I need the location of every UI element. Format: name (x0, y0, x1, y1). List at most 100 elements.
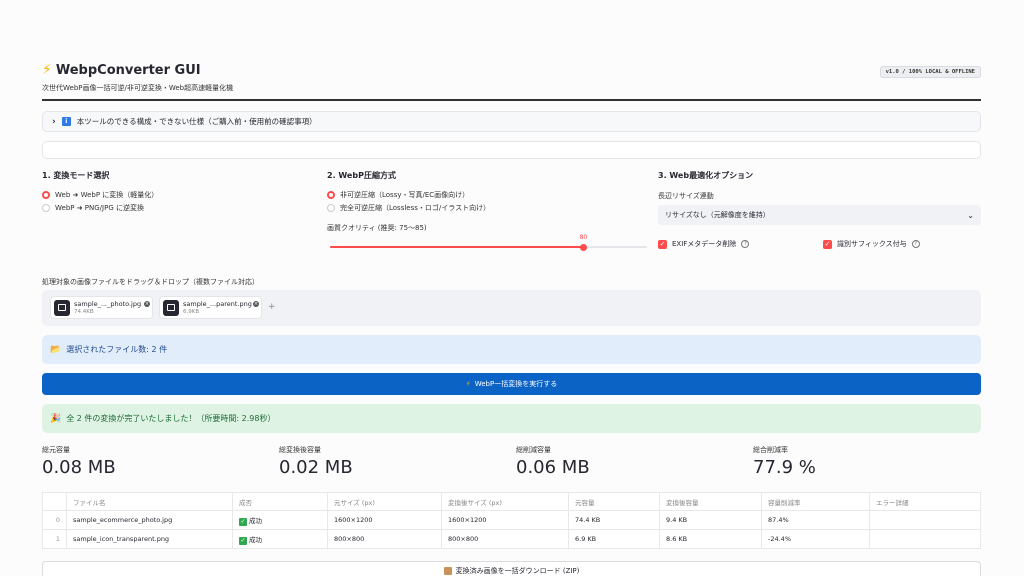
run-convert-label: WebP一括変換を実行する (474, 380, 558, 388)
success-message-text: 全 2 件の変換が完了いたしました！（所要時間: 2.98秒） (66, 414, 276, 423)
column-header[interactable]: 容量削減率 (761, 492, 870, 511)
cell-reduction[interactable]: -24.4% (761, 529, 870, 549)
success-message: 🎉 全 2 件の変換が完了いたしました！（所要時間: 2.98秒） (42, 404, 981, 433)
chevron-down-icon: ⌄ (967, 210, 974, 220)
compression-option-lossy[interactable]: 非可逆圧縮（Lossy・写真/EC画像向け） (327, 190, 469, 200)
resize-select[interactable]: リサイズなし（元解像度を維持） ⌄ (658, 205, 981, 225)
chevron-right-icon: › (52, 116, 56, 127)
mode-option-reverse[interactable]: WebP ➜ PNG/JPG に逆変換 (42, 203, 144, 213)
info-icon: i (61, 117, 71, 126)
version-badge: v1.0 / 100% LOCAL & OFFLINE (879, 66, 981, 78)
compression-heading: 2. WebP圧縮方式 (327, 171, 396, 180)
package-icon (443, 567, 452, 575)
quality-label: 画質クオリティ (推奨: 75〜85) (327, 224, 427, 232)
radio-unselected[interactable] (42, 204, 50, 212)
row-index: 0 (42, 510, 67, 530)
cell-orig-size[interactable]: 1600×1200 (327, 510, 442, 530)
cell-status[interactable]: ✓ 成功 (232, 529, 328, 549)
cell-new-size[interactable]: 1600×1200 (441, 510, 569, 530)
checkbox-checked-icon[interactable]: ✓ (823, 239, 832, 249)
metric-value: 0.06 MB (516, 457, 590, 478)
app-title-text: WebpConverter GUI (55, 62, 201, 78)
cell-filename[interactable]: sample_icon_transparent.png (66, 529, 233, 549)
radio-unselected[interactable] (327, 204, 335, 212)
metric-label: 総削減容量 (516, 446, 551, 454)
suffix-checkbox-label: 識別サフィックス付与 (837, 240, 907, 248)
status-text: 成功 (249, 516, 262, 525)
quality-value: 80 (579, 234, 588, 241)
metric-label: 総元容量 (42, 446, 70, 454)
cell-new-size[interactable]: 800×800 (441, 529, 569, 549)
remove-file-icon[interactable]: × (253, 301, 259, 307)
party-icon: 🎉 (50, 413, 62, 424)
column-header[interactable]: 変換後容量 (659, 492, 762, 511)
uploaded-file-name: sample_..._photo.jpg (74, 300, 142, 308)
compression-option-lossless[interactable]: 完全可逆圧縮（Lossless・ロゴ/イラスト向け） (327, 203, 490, 213)
upload-label: 処理対象の画像ファイルをドラッグ＆ドロップ（複数ファイル対応） (42, 278, 259, 286)
app-title: ⚡ WebpConverter GUI (42, 62, 201, 78)
selected-files-info: 📂 選択されたファイル数: 2 件 (42, 335, 981, 364)
checkbox-checked-icon[interactable]: ✓ (658, 239, 667, 249)
selected-files-text: 選択されたファイル数: 2 件 (66, 345, 168, 354)
cell-new-bytes[interactable]: 8.6 KB (659, 529, 762, 549)
column-header[interactable]: ファイル名 (66, 492, 233, 511)
uploaded-file-size: 6.9KB (183, 309, 200, 315)
radio-selected[interactable] (42, 191, 50, 199)
column-header[interactable]: 成否 (232, 492, 328, 511)
lightning-icon: ⚡ (465, 380, 471, 388)
cell-filename[interactable]: sample_ecommerce_photo.jpg (66, 510, 233, 530)
mode-option-label: WebP ➜ PNG/JPG に逆変換 (55, 204, 144, 212)
download-zip-button[interactable]: 変換済み画像を一括ダウンロード (ZIP) (42, 561, 981, 576)
quality-slider-fill (330, 246, 584, 248)
mode-option-webp[interactable]: Web ➜ WebP に変換（軽量化） (42, 190, 158, 200)
resize-label: 長辺リサイズ連動 (658, 192, 714, 200)
status-text: 成功 (249, 535, 262, 544)
image-file-icon (163, 299, 179, 316)
cell-error[interactable] (869, 510, 981, 530)
radio-selected[interactable] (327, 191, 335, 199)
run-convert-button[interactable]: ⚡ WebP一括変換を実行する (42, 373, 981, 395)
metric-value: 0.08 MB (42, 457, 116, 478)
help-icon[interactable]: ? (911, 240, 920, 248)
cell-reduction[interactable]: 87.4% (761, 510, 870, 530)
metric-value: 77.9 % (753, 457, 816, 478)
table-header-row: ファイル名 成否 元サイズ (px) 変換後サイズ (px) 元容量 変換後容量… (42, 492, 981, 511)
column-header[interactable]: エラー詳細 (869, 492, 981, 511)
uploaded-file[interactable]: sample_..._photo.jpg 74.4KB × (50, 296, 153, 319)
lightning-icon: ⚡ (42, 62, 52, 78)
column-header[interactable]: 元サイズ (px) (327, 492, 442, 511)
column-header[interactable]: 変換後サイズ (px) (441, 492, 569, 511)
download-zip-label: 変換済み画像を一括ダウンロード (ZIP) (455, 567, 580, 575)
metric-value: 0.02 MB (279, 457, 353, 478)
exif-checkbox[interactable]: ✓ EXIFメタデータ削除 ? (658, 239, 750, 249)
cell-orig-size[interactable]: 800×800 (327, 529, 442, 549)
compression-option-label: 完全可逆圧縮（Lossless・ロゴ/イラスト向け） (340, 204, 491, 212)
check-icon: ✓ (239, 536, 247, 545)
cell-orig-bytes[interactable]: 74.4 KB (568, 510, 660, 530)
exif-checkbox-label: EXIFメタデータ削除 (672, 240, 737, 248)
optimize-heading: 3. Web最適化オプション (658, 171, 754, 180)
row-index: 1 (42, 529, 67, 549)
add-file-button[interactable]: + (268, 302, 276, 312)
empty-container (42, 141, 981, 159)
quality-slider-thumb[interactable] (580, 243, 588, 251)
image-file-icon (54, 299, 70, 316)
spec-expander-label: 本ツールのできる構成・できない仕様（ご購入前・使用前の確認事項） (76, 117, 317, 126)
metric-label: 総合削減率 (753, 446, 788, 454)
cell-error[interactable] (869, 529, 981, 549)
spec-expander[interactable]: › i 本ツールのできる構成・できない仕様（ご購入前・使用前の確認事項） (42, 111, 981, 132)
help-icon[interactable]: ? (741, 240, 750, 248)
folder-icon: 📂 (50, 344, 62, 355)
mode-option-label: Web ➜ WebP に変換（軽量化） (55, 191, 159, 199)
table-row: 0 sample_ecommerce_photo.jpg ✓ 成功 1600×12… (42, 510, 981, 530)
column-header[interactable]: 元容量 (568, 492, 660, 511)
resize-select-value: リサイズなし（元解像度を維持） (665, 211, 770, 219)
cell-new-bytes[interactable]: 9.4 KB (659, 510, 762, 530)
column-header[interactable] (42, 492, 67, 511)
suffix-checkbox[interactable]: ✓ 識別サフィックス付与 ? (823, 239, 920, 249)
cell-status[interactable]: ✓ 成功 (232, 510, 328, 530)
remove-file-icon[interactable]: × (144, 301, 150, 307)
cell-orig-bytes[interactable]: 6.9 KB (568, 529, 660, 549)
table-row: 1 sample_icon_transparent.png ✓ 成功 800×80… (42, 529, 981, 549)
uploaded-file[interactable]: sample_...parent.png 6.9KB × (159, 296, 262, 319)
